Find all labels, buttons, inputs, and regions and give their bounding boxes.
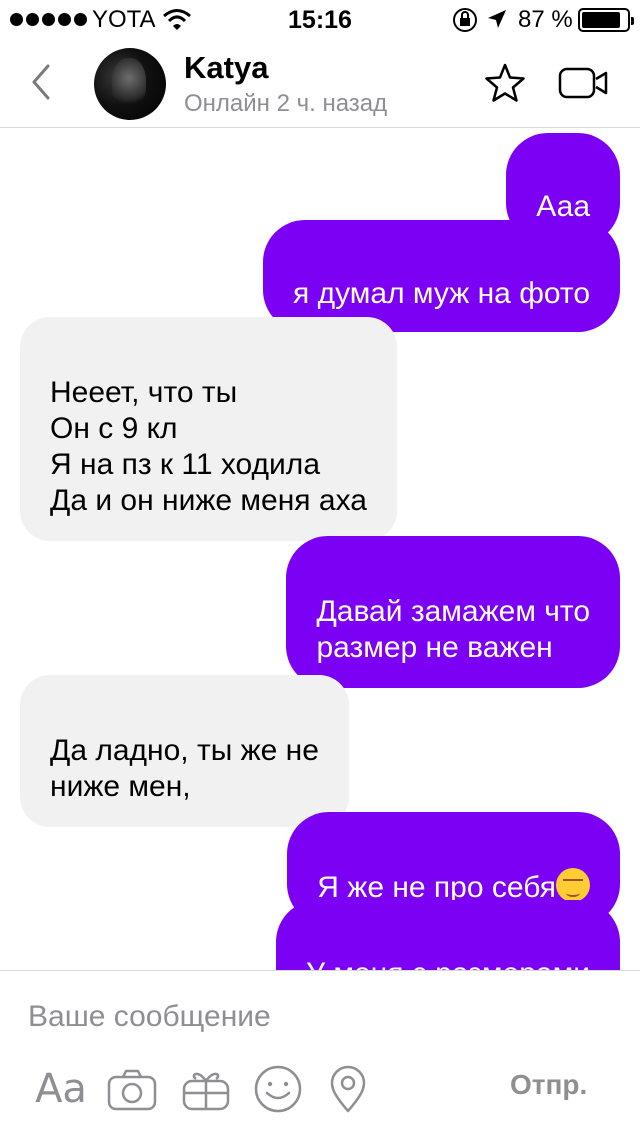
message-outgoing[interactable]: Давай замажем что размер не важен xyxy=(286,536,620,688)
battery-percentage: 87 % xyxy=(518,6,573,33)
back-button[interactable] xyxy=(24,60,60,104)
rotation-lock-icon xyxy=(453,8,477,32)
location-pin-icon[interactable] xyxy=(322,1063,374,1115)
video-camera-icon[interactable] xyxy=(558,66,610,100)
message-composer: Aa Отпр. xyxy=(0,970,640,1136)
font-style-button[interactable]: Aa xyxy=(35,1063,87,1115)
message-text: У меня с размерами xyxy=(306,957,590,970)
smile-icon[interactable] xyxy=(252,1063,304,1115)
smirk-emoji-icon xyxy=(556,868,590,902)
message-incoming[interactable]: Да ладно, ты же не ниже мен, xyxy=(20,675,349,827)
message-text: Нееет, что ты Он с 9 кл Я на пз к 11 ход… xyxy=(50,376,367,517)
avatar[interactable] xyxy=(94,48,166,120)
message-text: Ааа xyxy=(536,190,590,223)
message-incoming[interactable]: Нееет, что ты Он с 9 кл Я на пз к 11 ход… xyxy=(20,317,397,541)
message-text: я думал муж на фото xyxy=(293,277,590,310)
message-text: Да ладно, ты же не ниже мен, xyxy=(50,734,319,803)
contact-name[interactable]: Katya xyxy=(184,50,268,86)
camera-icon[interactable] xyxy=(106,1063,158,1115)
message-text: Давай замажем что размер не важен xyxy=(316,595,590,664)
message-outgoing[interactable]: я думал муж на фото xyxy=(263,220,620,332)
message-list[interactable]: Ааа я думал муж на фото Нееет, что ты Он… xyxy=(0,129,640,970)
battery-icon xyxy=(578,8,634,32)
location-arrow-icon xyxy=(488,10,506,28)
gift-icon[interactable] xyxy=(180,1063,232,1115)
chat-header: Katya Онлайн 2 ч. назад xyxy=(0,40,640,128)
send-button[interactable]: Отпр. xyxy=(510,1069,587,1101)
star-icon[interactable] xyxy=(484,62,526,104)
status-bar: YOTA 15:16 87 % xyxy=(0,0,640,40)
message-input[interactable] xyxy=(28,997,608,1037)
contact-online-status: Онлайн 2 ч. назад xyxy=(184,90,388,117)
message-outgoing[interactable]: У меня с размерами xyxy=(275,900,620,970)
